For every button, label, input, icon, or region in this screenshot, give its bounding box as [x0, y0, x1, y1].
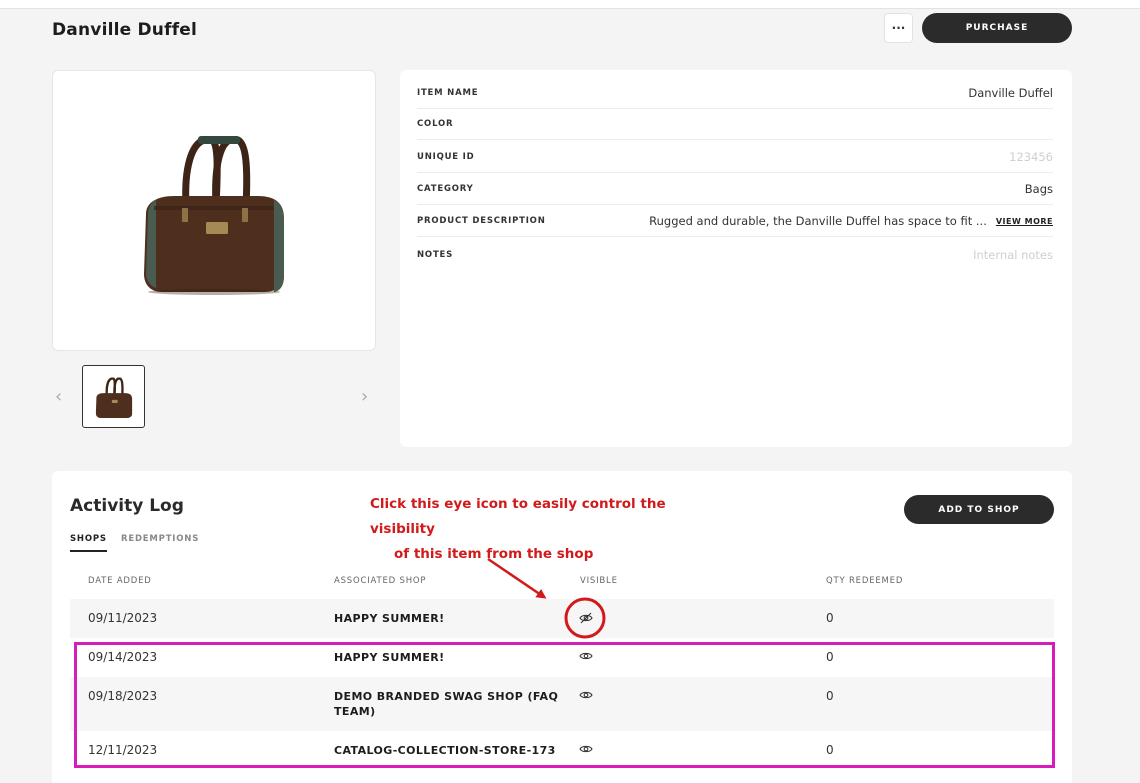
item-name-value[interactable]: Danville Duffel — [968, 86, 1053, 100]
column-header-shop: ASSOCIATED SHOP — [334, 576, 427, 586]
item-details-card: ITEM NAME Danville Duffel COLOR UNIQUE I… — [400, 70, 1072, 447]
detail-row-description: PRODUCT DESCRIPTION Rugged and durable, … — [417, 206, 1053, 237]
shop-cell[interactable]: HAPPY SUMMER! — [334, 611, 564, 626]
highlight-box — [74, 642, 1055, 768]
top-bar — [0, 0, 1140, 9]
view-more-link[interactable]: VIEW MORE — [996, 217, 1053, 226]
date-cell: 09/11/2023 — [88, 611, 158, 625]
more-options-button[interactable]: ··· — [884, 13, 913, 43]
category-value[interactable]: Bags — [1025, 182, 1053, 196]
detail-label: COLOR — [417, 119, 454, 129]
detail-label: NOTES — [417, 249, 454, 260]
column-header-date: DATE ADDED — [88, 576, 152, 586]
annotation-callout: Click this eye icon to easily control th… — [370, 492, 715, 567]
detail-label: CATEGORY — [417, 184, 474, 194]
add-to-shop-button[interactable]: ADD TO SHOP — [904, 495, 1054, 524]
purchase-button[interactable]: PURCHASE — [922, 13, 1072, 43]
description-value[interactable]: Rugged and durable, the Danville Duffel … — [649, 214, 987, 228]
tab-shops[interactable]: SHOPS — [70, 534, 107, 552]
product-thumbnail[interactable] — [82, 365, 145, 428]
detail-label: PRODUCT DESCRIPTION — [417, 216, 546, 226]
detail-label: ITEM NAME — [417, 88, 479, 98]
duffel-bag-thumbnail-image — [95, 376, 132, 418]
annotation-line-1: Click this eye icon to easily control th… — [370, 496, 666, 537]
product-image-card — [52, 70, 376, 351]
qty-cell: 0 — [826, 611, 834, 625]
tab-redemptions[interactable]: REDEMPTIONS — [121, 534, 199, 544]
detail-row-notes: NOTES Internal notes — [417, 239, 1053, 270]
detail-label: UNIQUE ID — [417, 152, 475, 162]
page-title: Danville Duffel — [52, 20, 198, 40]
activity-log-title: Activity Log — [70, 496, 184, 516]
carousel-next-icon[interactable]: › — [361, 387, 373, 407]
description-wrap: Rugged and durable, the Danville Duffel … — [649, 214, 1053, 228]
carousel-prev-icon[interactable]: ‹ — [55, 387, 67, 407]
detail-row-item-name: ITEM NAME Danville Duffel — [417, 78, 1053, 109]
column-header-qty: QTY REDEEMED — [826, 576, 904, 586]
detail-row-color: COLOR — [417, 109, 1053, 140]
annotation-line-2: of this item from the shop — [394, 546, 594, 562]
duffel-bag-image — [144, 135, 284, 295]
eye-off-icon[interactable] — [579, 612, 593, 624]
unique-id-value[interactable]: 123456 — [1009, 150, 1053, 164]
column-header-visible: VISIBLE — [580, 576, 618, 586]
detail-row-unique-id: UNIQUE ID 123456 — [417, 142, 1053, 173]
detail-row-category: CATEGORY Bags — [417, 174, 1053, 205]
table-row: 09/11/2023 HAPPY SUMMER! 0 — [70, 599, 1054, 638]
notes-value[interactable]: Internal notes — [973, 248, 1053, 262]
